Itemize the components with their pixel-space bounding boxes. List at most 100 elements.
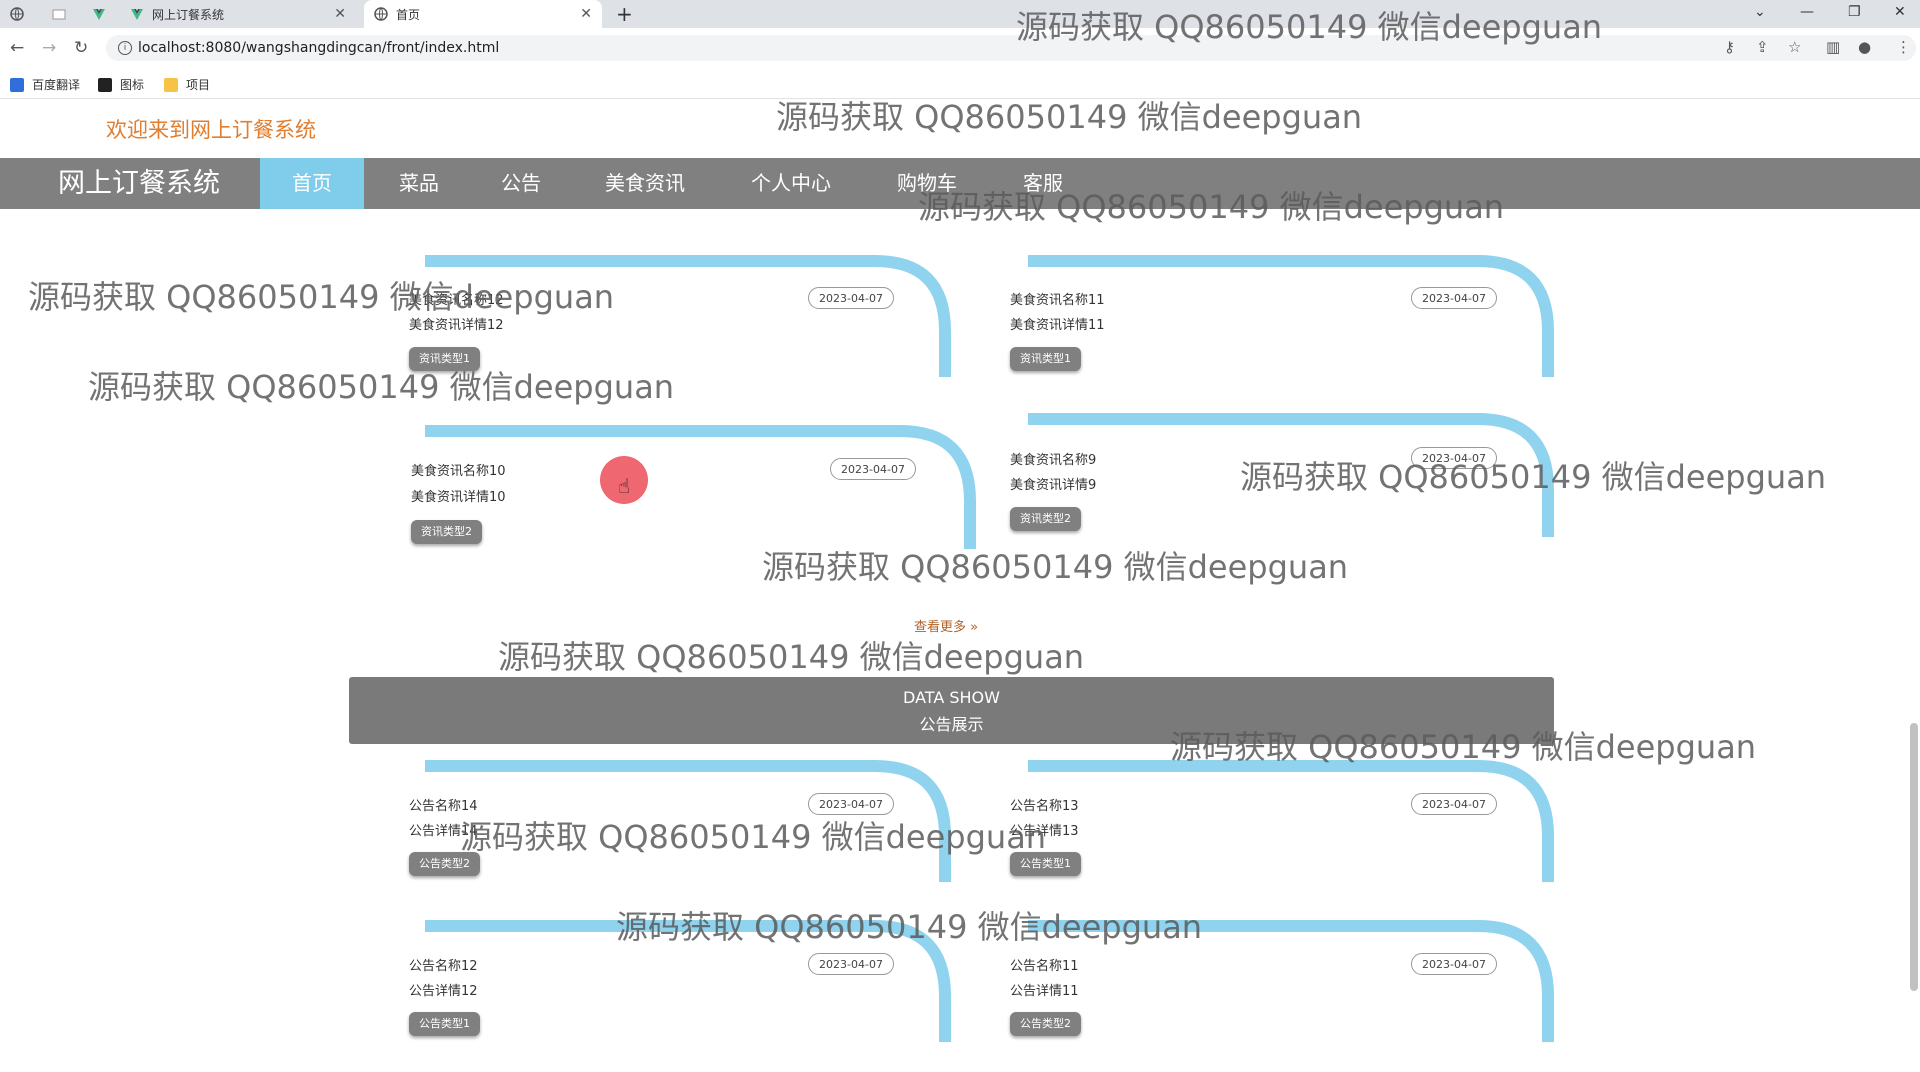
side-panel-icon[interactable]: ▥: [1826, 38, 1840, 56]
vue-logo-icon: [130, 7, 144, 21]
tab-pinned-3[interactable]: [92, 0, 122, 28]
notice-card[interactable]: 公告名称12 公告详情12 2023-04-07 公告类型1: [405, 920, 955, 1042]
notice-type-badge[interactable]: 公告类型2: [409, 852, 480, 876]
bookmark-star-icon[interactable]: ☆: [1788, 38, 1801, 56]
news-title: 美食资讯名称10: [411, 464, 506, 479]
back-icon[interactable]: ←: [10, 38, 24, 58]
bookmark-label: 百度翻译: [32, 78, 81, 92]
tab-home[interactable]: 首页 ✕: [364, 0, 602, 28]
site-info-icon[interactable]: i: [118, 41, 132, 55]
news-card[interactable]: 美食资讯名称11 美食资讯详情11 2023-04-07 资讯类型1: [1008, 255, 1558, 377]
bookmark-icons[interactable]: 图标: [98, 76, 144, 93]
close-tab-icon[interactable]: ✕: [580, 6, 592, 22]
tab-title: 网上订餐系统: [152, 7, 225, 22]
tab-title: 首页: [396, 7, 421, 22]
news-title: 美食资讯名称12: [409, 293, 504, 308]
tab-pinned-2[interactable]: [52, 0, 82, 28]
news-card[interactable]: 美食资讯名称9 美食资讯详情9 2023-04-07 资讯类型2: [1008, 413, 1558, 537]
notice-detail: 公告详情14: [409, 824, 478, 839]
notice-detail: 公告详情12: [409, 984, 478, 999]
news-type-badge[interactable]: 资讯类型2: [411, 520, 482, 544]
site-brand[interactable]: 网上订餐系统: [58, 158, 220, 209]
notice-card[interactable]: 公告名称14 公告详情14 2023-04-07 公告类型2: [405, 760, 955, 882]
notice-detail: 公告详情11: [1010, 984, 1079, 999]
news-date: 2023-04-07: [1411, 287, 1497, 309]
news-detail: 美食资讯详情12: [409, 318, 504, 333]
new-tab-button[interactable]: +: [616, 0, 636, 28]
bookmarks-bar: 百度翻译 图标 项目: [0, 68, 1920, 99]
notice-date: 2023-04-07: [808, 793, 894, 815]
more-menu-icon[interactable]: ⋮: [1896, 38, 1911, 56]
address-bar-row: ← → ↻ i localhost:8080/wangshangdingcan/…: [0, 28, 1920, 68]
tab-ordering-system[interactable]: 网上订餐系统 ✕: [130, 0, 356, 28]
notice-title: 公告名称14: [409, 799, 478, 814]
welcome-text: 欢迎来到网上订餐系统: [106, 118, 316, 142]
banner-title-en: DATA SHOW: [903, 688, 1000, 707]
nav-item-personal-center[interactable]: 个人中心: [740, 158, 842, 209]
blank-page-icon: [52, 7, 66, 21]
card-arc-decoration: [425, 760, 951, 882]
news-title: 美食资讯名称9: [1010, 453, 1097, 468]
notice-type-badge[interactable]: 公告类型1: [409, 1012, 480, 1036]
url-text: localhost:8080/wangshangdingcan/front/in…: [138, 40, 500, 56]
notice-detail: 公告详情13: [1010, 824, 1079, 839]
news-type-badge[interactable]: 资讯类型2: [1010, 507, 1081, 531]
notice-title: 公告名称13: [1010, 799, 1079, 814]
nav-item-cart[interactable]: 购物车: [886, 158, 968, 209]
nav-item-customer-service[interactable]: 客服: [1010, 158, 1076, 209]
folder-icon: [164, 77, 178, 92]
bookmark-label: 图标: [120, 78, 145, 92]
notice-card[interactable]: 公告名称11 公告详情11 2023-04-07 公告类型2: [1008, 920, 1558, 1042]
news-card[interactable]: 美食资讯名称12 美食资讯详情12 2023-04-07 资讯类型1: [405, 255, 955, 377]
password-key-icon[interactable]: ⚷: [1724, 38, 1735, 56]
main-nav: 网上订餐系统 首页 菜品 公告 美食资讯 个人中心 购物车 客服: [0, 158, 1920, 209]
see-more-link[interactable]: 查看更多 »: [914, 616, 978, 635]
nav-item-dishes[interactable]: 菜品: [386, 158, 452, 209]
reload-icon[interactable]: ↻: [74, 38, 88, 58]
banner-title-zh: 公告展示: [919, 715, 984, 734]
watermark-text: 源码获取 QQ86050149 微信deepguan: [498, 638, 1085, 676]
notice-date: 2023-04-07: [1411, 793, 1497, 815]
news-date: 2023-04-07: [1411, 447, 1497, 469]
nav-item-home[interactable]: 首页: [260, 158, 364, 209]
notice-date: 2023-04-07: [1411, 953, 1497, 975]
section-banner: DATA SHOW 公告展示: [349, 677, 1554, 744]
notice-title: 公告名称11: [1010, 959, 1079, 974]
news-date: 2023-04-07: [830, 458, 916, 480]
restore-icon[interactable]: ❐: [1848, 4, 1861, 20]
share-icon[interactable]: ⇪: [1756, 38, 1769, 56]
card-arc-decoration: [425, 920, 951, 1042]
news-detail: 美食资讯详情10: [411, 490, 506, 505]
bookmark-projects[interactable]: 项目: [164, 76, 210, 93]
vue-logo-icon: [92, 7, 106, 21]
news-title: 美食资讯名称11: [1010, 293, 1105, 308]
tab-pinned-1[interactable]: [10, 0, 40, 28]
news-type-badge[interactable]: 资讯类型1: [1010, 347, 1081, 371]
notice-type-badge[interactable]: 公告类型1: [1010, 852, 1081, 876]
hand-cursor-icon: ☝: [618, 474, 631, 498]
notice-card[interactable]: 公告名称13 公告详情13 2023-04-07 公告类型1: [1008, 760, 1558, 882]
close-tab-icon[interactable]: ✕: [334, 6, 346, 22]
browser-tab-strip: 网上订餐系统 ✕ 首页 ✕ + ⌄ — ❐ ✕: [0, 0, 1920, 28]
news-card[interactable]: 美食资讯名称10 美食资讯详情10 2023-04-07 资讯类型2: [405, 425, 980, 549]
tab-search-icon[interactable]: ⌄: [1754, 4, 1766, 20]
url-field[interactable]: i localhost:8080/wangshangdingcan/front/…: [106, 35, 1916, 61]
nav-item-notices[interactable]: 公告: [488, 158, 554, 209]
globe-icon: [374, 7, 388, 21]
nav-item-food-news[interactable]: 美食资讯: [594, 158, 696, 209]
profile-avatar-icon[interactable]: ●: [1858, 38, 1871, 56]
page-scrollbar[interactable]: [1910, 723, 1918, 991]
news-type-badge[interactable]: 资讯类型1: [409, 347, 480, 371]
bookmark-baidu-translate[interactable]: 百度翻译: [10, 76, 80, 93]
translate-icon: [10, 77, 24, 92]
news-detail: 美食资讯详情9: [1010, 478, 1097, 493]
news-date: 2023-04-07: [808, 287, 894, 309]
forward-icon[interactable]: →: [42, 38, 56, 58]
notice-date: 2023-04-07: [808, 953, 894, 975]
card-arc-decoration: [1028, 920, 1554, 1042]
close-window-icon[interactable]: ✕: [1894, 4, 1906, 20]
news-detail: 美食资讯详情11: [1010, 318, 1105, 333]
notice-type-badge[interactable]: 公告类型2: [1010, 1012, 1081, 1036]
notice-title: 公告名称12: [409, 959, 478, 974]
minimize-icon[interactable]: —: [1800, 4, 1814, 20]
